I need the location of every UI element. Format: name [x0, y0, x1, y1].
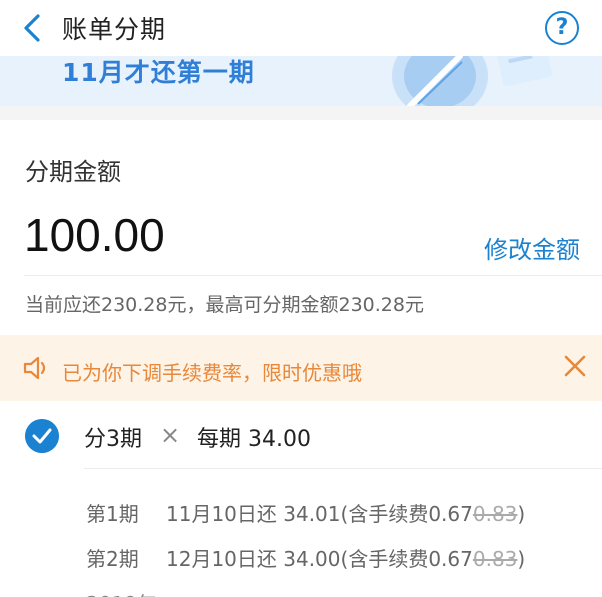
multiply-sign: × — [160, 421, 181, 449]
amount-label: 分期金额 — [25, 158, 121, 186]
original-fee: 0.83 — [472, 547, 518, 571]
installment-option-row[interactable]: 分3期 × 每期 34.00 — [0, 401, 602, 469]
amount-value: 100.00 — [24, 209, 165, 261]
modify-amount-button[interactable]: 修改金额 — [484, 230, 580, 265]
schedule-item: 第1期 11月10日还 34.01(含手续费0.670.83) — [86, 498, 525, 527]
page-title: 账单分期 — [62, 15, 167, 44]
repayment-schedule: 第1期 11月10日还 34.01(含手续费0.670.83) 第2期 12月10日… — [0, 470, 602, 597]
banner-illustration-icon — [392, 56, 553, 106]
installment-count: 分3期 — [84, 427, 142, 452]
close-icon[interactable] — [562, 353, 588, 379]
speaker-icon — [23, 356, 46, 380]
notice-text: 已为你下调手续费率，限时优惠哦 — [62, 361, 362, 385]
top-bar: 账单分期 ? — [0, 0, 602, 56]
checkmark-icon[interactable] — [25, 419, 59, 453]
schedule-period: 第2期 — [86, 547, 139, 571]
per-period-amount: 每期 34.00 — [197, 427, 311, 452]
schedule-item: 第2期 12月10日还 34.00(含手续费0.670.83) — [86, 543, 525, 572]
schedule-close: ) — [517, 547, 526, 571]
promo-banner[interactable]: 11月才还第一期 — [0, 56, 602, 106]
schedule-period: 第1期 — [86, 502, 139, 526]
fee-notice-bar: 已为你下调手续费率，限时优惠哦 — [0, 335, 602, 401]
original-fee: 0.83 — [472, 502, 518, 526]
back-arrow-icon[interactable] — [18, 12, 46, 44]
schedule-desc: 11月10日还 34.01(含手续费0.67 — [166, 502, 473, 526]
schedule-desc: 12月10日还 34.00(含手续费0.67 — [166, 547, 473, 571]
schedule-close: ) — [517, 502, 526, 526]
amount-card: 分期金额 100.00 修改金额 当前应还230.28元，最高可分期金额230.… — [0, 120, 602, 335]
banner-text: 11月才还第一期 — [62, 58, 255, 87]
schedule-year-label: 2019年 — [86, 588, 157, 597]
help-icon[interactable]: ? — [545, 11, 579, 45]
divider — [84, 468, 602, 469]
current-bill-info: 当前应还230.28元，最高可分期金额230.28元 — [25, 294, 424, 316]
divider — [24, 275, 602, 276]
section-gap — [0, 106, 602, 120]
